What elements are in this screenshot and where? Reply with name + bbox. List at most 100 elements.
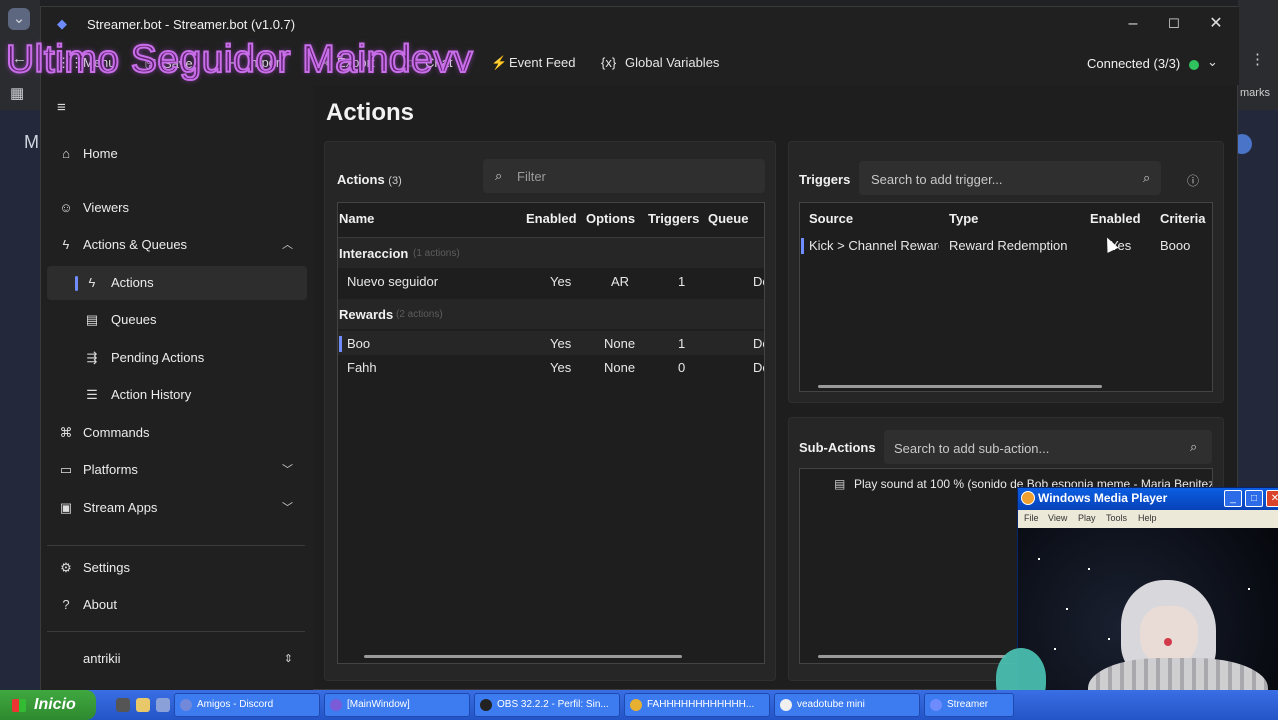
table-row[interactable]: Nuevo seguidor Yes AR 1 De	[338, 269, 764, 295]
menu-help[interactable]: Help	[1138, 513, 1157, 523]
subaction-search-input[interactable]: Search to add sub-action... ⌕	[884, 430, 1212, 464]
table-row[interactable]: Boo Yes None 1 De	[338, 331, 764, 355]
event-feed-button[interactable]: ⚡ Event Feed	[491, 55, 576, 71]
user-switcher[interactable]: antrikii ⇕	[47, 642, 307, 676]
connection-status[interactable]: Connected (3/3)	[1087, 56, 1180, 71]
sidebar-item-actions-queues[interactable]: ϟ Actions & Queues ︿	[47, 228, 307, 262]
sidebar-item-settings[interactable]: ⚙ Settings	[47, 551, 307, 585]
minimize-icon[interactable]: –	[1118, 13, 1148, 35]
close-icon[interactable]: ✕	[1201, 13, 1231, 35]
search-icon[interactable]: ⌕	[1143, 170, 1150, 186]
browser-profile-icon[interactable]: ⌄	[8, 8, 30, 30]
horizontal-scrollbar[interactable]	[364, 655, 682, 658]
sidebar-item-action-history[interactable]: ☰ Action History	[47, 378, 307, 412]
taskbar-item-veadotube[interactable]: veadotube mini	[774, 693, 920, 717]
table-row[interactable]: Fahh Yes None 0 De	[338, 355, 764, 379]
sidebar-queues-label: Queues	[111, 312, 157, 327]
menu-file[interactable]: File	[1024, 513, 1039, 523]
active-indicator	[75, 276, 78, 291]
sidebar-item-queues[interactable]: ▤ Queues	[47, 303, 307, 337]
column-header-enabled[interactable]: Enabled	[526, 211, 577, 226]
action-queue: De	[753, 360, 764, 375]
apps-grid-icon[interactable]: ▦	[10, 84, 24, 102]
media-player-titlebar[interactable]: Windows Media Player _ □ ✕	[1018, 488, 1278, 510]
browser-page-letter: M	[24, 132, 39, 152]
task-label: veadotube mini	[797, 699, 865, 710]
start-button[interactable]: Inicio	[0, 690, 96, 720]
media-player-video	[996, 528, 1278, 720]
group-row[interactable]: Interaccion (1 actions)	[338, 238, 764, 268]
sidebar-item-platforms[interactable]: ▭ Platforms ﹀	[47, 453, 307, 487]
column-header-triggers[interactable]: Triggers	[648, 211, 699, 226]
global-variables-label: Global Variables	[625, 55, 720, 70]
column-header-options[interactable]: Options	[586, 211, 635, 226]
folder-icon[interactable]	[136, 698, 150, 712]
action-options: None	[604, 336, 636, 351]
event-feed-label: Event Feed	[509, 55, 576, 70]
title-bar[interactable]: ◆ Streamer.bot - Streamer.bot (v1.0.7) –…	[41, 7, 1239, 41]
table-row[interactable]: Kick > Channel Reward Reward Redemption …	[800, 233, 1212, 259]
minimize-icon[interactable]: _	[1224, 490, 1242, 507]
column-header-queue[interactable]: Queue	[708, 211, 748, 226]
actions-panel-label: Actions	[337, 172, 385, 187]
group-name: Rewards	[339, 307, 394, 322]
sidebar-item-commands[interactable]: ⌘ Commands	[47, 416, 307, 450]
taskbar-item-obs[interactable]: OBS 32.2.2 - Perfil: Sin...	[474, 693, 620, 717]
browser-menu-icon[interactable]: ⋮	[1250, 50, 1265, 68]
trigger-search-input[interactable]: Search to add trigger... ⌕	[859, 161, 1161, 195]
column-header-source[interactable]: Source	[809, 211, 853, 226]
info-icon[interactable]: ⓘ	[1187, 172, 1199, 189]
star	[1108, 638, 1110, 640]
close-icon[interactable]: ✕	[1266, 490, 1278, 507]
column-header-name[interactable]: Name	[339, 211, 374, 226]
sound-icon: ▤	[834, 477, 846, 491]
quicklaunch-icon[interactable]	[156, 698, 170, 712]
sidebar-item-actions[interactable]: ϟ Actions	[47, 266, 307, 300]
windows-logo-icon	[12, 699, 26, 712]
window-title: Streamer.bot - Streamer.bot (v1.0.7)	[87, 17, 296, 32]
column-header-enabled[interactable]: Enabled	[1090, 211, 1141, 226]
sidebar-divider	[47, 631, 305, 632]
menu-play[interactable]: Play	[1078, 513, 1096, 523]
sidebar-item-about[interactable]: ? About	[47, 588, 307, 622]
obs-quicklaunch-icon[interactable]	[116, 698, 130, 712]
sidebar-settings-label: Settings	[83, 560, 130, 575]
chevron-updown-icon: ⇕	[283, 653, 293, 665]
chevron-down-icon[interactable]: ⌄	[1207, 54, 1218, 70]
hamburger-icon[interactable]: ≡	[57, 99, 66, 116]
search-icon[interactable]: ⌕	[1190, 439, 1197, 455]
sidebar-item-viewers[interactable]: ☺ Viewers	[47, 191, 307, 225]
sidebar-item-pending-actions[interactable]: ⇶ Pending Actions	[47, 341, 307, 375]
taskbar-item-browser[interactable]: FAHHHHHHHHHHHH...	[624, 693, 770, 717]
column-header-criteria[interactable]: Criteria	[1160, 211, 1206, 226]
horizontal-scrollbar[interactable]	[818, 385, 1102, 388]
maximize-icon[interactable]: □	[1245, 490, 1263, 507]
taskbar-item-discord[interactable]: Amigos - Discord	[174, 693, 320, 717]
sidebar-item-stream-apps[interactable]: ▣ Stream Apps ﹀	[47, 491, 307, 525]
taskbar-item-mainwindow[interactable]: [MainWindow]	[324, 693, 470, 717]
horizontal-scrollbar[interactable]	[818, 655, 1006, 658]
bookmarks-label[interactable]: marks	[1240, 87, 1270, 99]
chevron-down-icon: ﹀	[282, 464, 293, 476]
star	[1054, 648, 1056, 650]
task-label: [MainWindow]	[347, 699, 410, 710]
menu-tools[interactable]: Tools	[1106, 513, 1127, 523]
group-row[interactable]: Rewards (2 actions)	[338, 299, 764, 329]
sidebar-item-home[interactable]: ⌂ Home	[47, 137, 307, 171]
media-player-title: Windows Media Player	[1038, 491, 1168, 505]
search-icon: ⌕	[495, 168, 503, 183]
maximize-icon[interactable]: ☐	[1159, 13, 1189, 35]
queue-icon: ▤	[85, 312, 99, 327]
sidebar-viewers-label: Viewers	[83, 200, 130, 215]
global-variables-button[interactable]: {x} Global Variables	[601, 55, 719, 70]
task-label: OBS 32.2.2 - Perfil: Sin...	[497, 699, 609, 710]
filter-input[interactable]: ⌕ Filter	[483, 159, 765, 193]
obs-icon	[480, 699, 492, 711]
action-enabled: Yes	[550, 360, 572, 375]
column-header-type[interactable]: Type	[949, 211, 978, 226]
browser-page-right	[1238, 110, 1278, 490]
menu-view[interactable]: View	[1048, 513, 1067, 523]
action-options: None	[604, 360, 636, 375]
taskbar-item-streamer[interactable]: Streamer	[924, 693, 1014, 717]
sidebar-about-label: About	[83, 597, 117, 612]
